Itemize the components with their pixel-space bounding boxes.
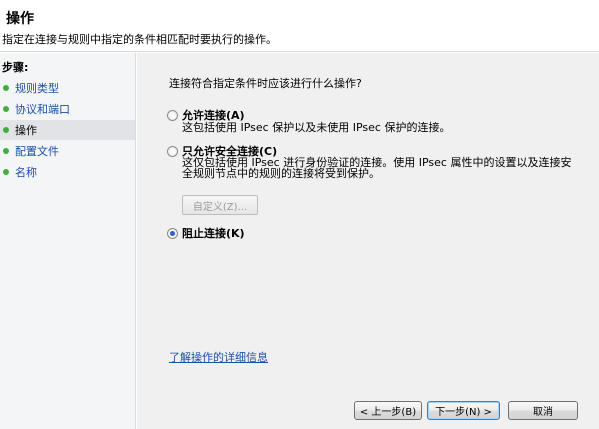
page-title: 操作 (6, 11, 34, 27)
main-panel: 连接符合指定条件时应该进行什么操作? 允许连接(A) 这包括使用 IPsec 保… (137, 53, 599, 429)
step-bullet-icon (3, 169, 9, 175)
step-name[interactable]: 名称 (0, 162, 135, 182)
step-rule-type[interactable]: 规则类型 (0, 78, 135, 98)
step-label: 规则类型 (15, 82, 59, 95)
step-profile[interactable]: 配置文件 (0, 141, 135, 161)
customize-button[interactable]: 自定义(Z)... (182, 195, 258, 215)
block-connection-radio[interactable]: 阻止连接(K) (167, 225, 245, 241)
steps-sidebar: 步骤: 规则类型 协议和端口 操作 配置文件 名称 (0, 53, 136, 429)
allow-secure-desc-line2: 全规则节点中的规则的连接将受到保护。 (182, 167, 380, 180)
step-label: 名称 (15, 166, 37, 179)
wizard-header: 操作 指定在连接与规则中指定的条件相匹配时要执行的操作。 (0, 0, 599, 52)
learn-more-link[interactable]: 了解操作的详细信息 (169, 349, 268, 365)
option-label: 阻止连接(K) (182, 227, 245, 240)
step-protocol-ports[interactable]: 协议和端口 (0, 99, 135, 119)
step-label: 操作 (15, 124, 37, 137)
cancel-button[interactable]: 取消 (508, 401, 578, 420)
back-button[interactable]: < 上一步(B) (354, 401, 422, 420)
step-bullet-icon (3, 127, 9, 133)
steps-heading: 步骤: (2, 61, 29, 74)
step-label: 协议和端口 (15, 103, 70, 116)
step-bullet-icon (3, 106, 9, 112)
radio-unchecked-icon (167, 109, 178, 121)
step-bullet-icon (3, 148, 9, 154)
allow-connection-desc: 这包括使用 IPsec 保护以及未使用 IPsec 保护的连接。 (182, 121, 451, 134)
step-label: 配置文件 (15, 145, 59, 158)
radio-unchecked-icon (167, 145, 178, 157)
radio-checked-icon (167, 227, 178, 239)
page-description: 指定在连接与规则中指定的条件相匹配时要执行的操作。 (2, 33, 277, 46)
next-button[interactable]: 下一步(N) > (427, 401, 500, 420)
step-bullet-icon (3, 85, 9, 91)
action-question: 连接符合指定条件时应该进行什么操作? (169, 77, 362, 90)
step-action[interactable]: 操作 (0, 120, 135, 140)
